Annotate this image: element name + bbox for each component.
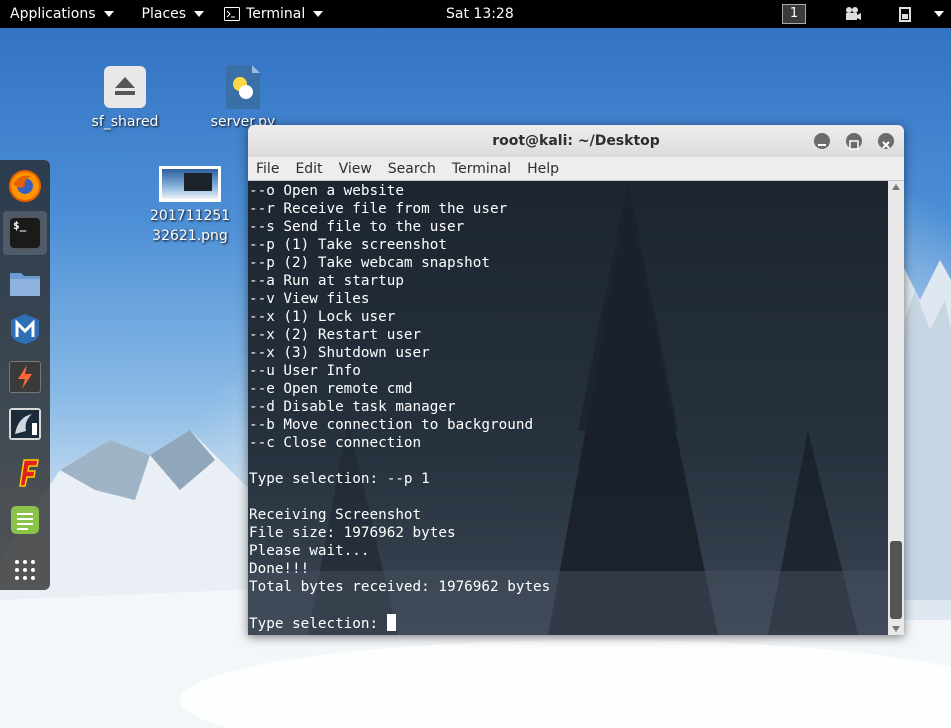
workspace-indicator[interactable]: 1 [782,4,806,24]
terminal-app-menu[interactable]: Terminal [214,0,333,28]
chevron-down-icon[interactable] [934,11,944,17]
terminal-line: --o Open a website [249,183,404,199]
faraday-icon[interactable] [9,456,41,488]
top-panel: Applications Places Terminal Sat 13:28 1 [0,0,951,28]
burpsuite-icon[interactable] [9,361,41,393]
clock[interactable]: Sat 13:28 [446,0,514,28]
terminal-line: Total bytes received: 1976962 bytes [249,579,551,595]
terminal-line: Done!!! [249,561,310,577]
beef-icon[interactable] [9,408,41,440]
terminal-line: --r Receive file from the user [249,201,508,217]
close-button[interactable] [878,133,894,149]
vertical-scrollbar[interactable] [888,181,904,635]
terminal-line: --e Open remote cmd [249,381,413,397]
dock: $_ [0,160,50,590]
menu-view[interactable]: View [331,157,380,181]
terminal-line: --d Disable task manager [249,399,456,415]
terminal-prompt: Type selection: [249,616,387,632]
terminal-line: --b Move connection to background [249,417,534,433]
terminal-line: --v View files [249,291,370,307]
menu-search[interactable]: Search [380,157,444,181]
terminal-window: root@kali: ~/Desktop File Edit View Sear… [248,125,904,635]
terminal-menubar: File Edit View Search Terminal Help [248,157,904,181]
eject-drive-icon [104,66,146,108]
chevron-down-icon [313,11,324,17]
chevron-down-icon [194,11,205,17]
window-titlebar[interactable]: root@kali: ~/Desktop [248,125,904,157]
desktop-icon-label-line2: 32621.png [152,228,228,244]
show-apps-icon[interactable] [9,554,41,586]
menu-file[interactable]: File [248,157,287,181]
window-title: root@kali: ~/Desktop [492,133,660,149]
terminal-line: Please wait... [249,543,370,559]
desktop-icon-label: sf_shared [91,114,159,130]
menu-help[interactable]: Help [519,157,567,181]
terminal-line: --s Send file to the user [249,219,465,235]
terminal-line: Receiving Screenshot [249,507,422,523]
places-label: Places [141,6,187,22]
power-battery-icon[interactable] [898,6,916,22]
terminal-line: Type selection: --p 1 [249,471,430,487]
chevron-down-icon [103,11,114,17]
terminal-prompt-line: Type selection: [249,614,550,633]
terminal-line: File size: 1976962 bytes [249,525,456,541]
terminal-line: --x (3) Shutdown user [249,345,430,361]
terminal-line: --p (1) Take screenshot [249,237,447,253]
terminal-line: --x (2) Restart user [249,327,422,343]
video-camera-icon[interactable] [844,6,862,22]
applications-label: Applications [10,6,96,22]
leafpad-icon[interactable] [9,504,41,536]
text-cursor [386,614,396,631]
terminal-icon [224,7,241,21]
terminal-menu-label: Terminal [246,6,306,22]
terminal-line: --a Run at startup [249,273,404,289]
terminal-line: --x (1) Lock user [249,309,396,325]
terminal-icon[interactable]: $_ [3,211,47,255]
applications-menu[interactable]: Applications [0,0,124,28]
scroll-down-icon[interactable] [892,626,900,632]
terminal-text: --o Open a website --r Receive file from … [249,182,550,633]
python-file-icon [226,65,260,109]
terminal-output[interactable]: --o Open a website --r Receive file from … [248,181,888,635]
maximize-button[interactable] [846,133,862,150]
metasploit-icon[interactable] [9,313,41,345]
desktop-icon-server-py[interactable]: server.py [206,64,280,132]
firefox-icon[interactable] [9,170,41,202]
terminal-line: --p (2) Take webcam snapshot [249,255,491,271]
terminal-line: --u User Info [249,363,361,379]
menu-edit[interactable]: Edit [287,157,330,181]
terminal-line: --c Close connection [249,435,422,451]
desktop-icon-sf-shared[interactable]: sf_shared [88,66,162,132]
image-thumbnail-icon [159,166,221,202]
scroll-thumb[interactable] [890,541,902,619]
places-menu[interactable]: Places [132,0,215,28]
desktop-icon-label-line1: 201711251 [150,208,231,224]
scroll-up-icon[interactable] [892,184,900,190]
files-icon[interactable] [9,266,41,298]
minimize-button[interactable] [814,133,830,149]
desktop-icon-screenshot-png[interactable]: 201711251 32621.png [150,166,230,246]
menu-terminal[interactable]: Terminal [444,157,519,181]
